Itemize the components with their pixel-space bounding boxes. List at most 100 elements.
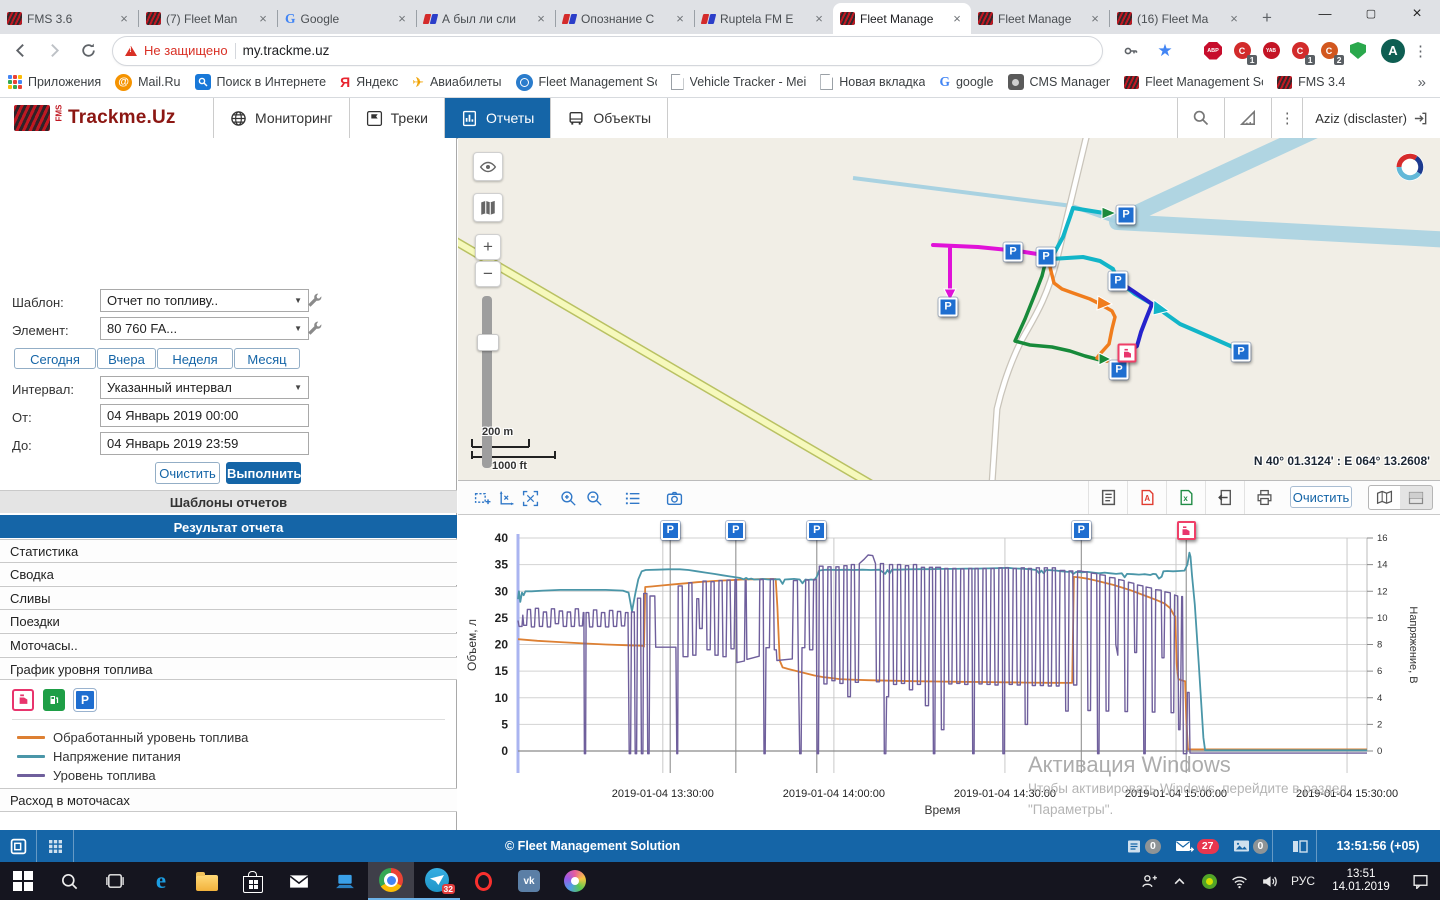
fuel-event-marker[interactable] xyxy=(1118,344,1137,363)
avatar[interactable]: A xyxy=(1381,39,1405,63)
zoom-out-button[interactable]: − xyxy=(475,261,501,287)
app-logo[interactable]: FMS Trackme.Uz xyxy=(0,98,213,138)
taskbar-vk-icon[interactable]: vk xyxy=(506,862,552,900)
search-button[interactable] xyxy=(1177,98,1224,138)
bookmark-item[interactable]: Vehicle Tracker - Mei xyxy=(671,74,807,90)
footer-grid-button[interactable] xyxy=(37,830,73,862)
quick-range-0[interactable]: Сегодня xyxy=(14,348,96,369)
taskbar-start-icon[interactable] xyxy=(0,862,46,900)
parking-marker[interactable]: P xyxy=(1117,206,1136,225)
browser-tab[interactable]: G Google × xyxy=(278,3,416,34)
taskbar-mail-icon[interactable] xyxy=(276,862,322,900)
browser-tab[interactable]: FMS 3.6 × xyxy=(0,3,138,34)
export-button[interactable] xyxy=(1205,481,1245,514)
sidebar-section[interactable]: Сводка xyxy=(0,562,457,585)
bookmark-item[interactable]: @Mail.Ru xyxy=(115,74,180,91)
zoom-in-button[interactable]: + xyxy=(475,234,501,260)
chart-parking-marker[interactable]: P xyxy=(661,521,680,540)
taskbar-explorer-icon[interactable] xyxy=(184,862,230,900)
reload-button[interactable] xyxy=(74,37,102,65)
sidebar-section[interactable]: Результат отчета xyxy=(0,515,457,538)
zoom-out-icon[interactable] xyxy=(582,486,606,510)
bookmark-item[interactable]: Приложения xyxy=(8,75,101,89)
browser-menu-icon[interactable]: ⋮ xyxy=(1413,42,1428,60)
close-window-button[interactable]: × xyxy=(1394,0,1440,30)
sidebar-section[interactable]: Статистика xyxy=(0,539,457,562)
chart-parking-marker[interactable]: P xyxy=(807,521,826,540)
from-input[interactable]: 04 Январь 2019 00:00 xyxy=(100,404,309,427)
maximize-button[interactable]: ▢ xyxy=(1348,0,1394,30)
sidebar-section[interactable]: Шаблоны отчетов xyxy=(0,490,457,513)
basemap-button[interactable] xyxy=(473,193,503,222)
browser-tab[interactable]: Fleet Manage × xyxy=(971,3,1109,34)
zoom-slider-track[interactable] xyxy=(482,296,492,468)
fit-icon[interactable] xyxy=(518,486,542,510)
language-indicator[interactable]: РУС xyxy=(1284,874,1322,888)
tab-close-icon[interactable]: × xyxy=(534,12,548,25)
pdf-button[interactable]: A xyxy=(1127,481,1167,514)
sidebar-section[interactable]: График уровня топлива xyxy=(0,657,457,680)
template-wrench-icon[interactable] xyxy=(306,292,322,308)
tab-close-icon[interactable]: × xyxy=(950,12,964,25)
quick-range-1[interactable]: Вчера xyxy=(97,348,156,369)
fuel-chart[interactable]: 051015202530354002468101214162019-01-04 … xyxy=(458,515,1440,830)
tab-close-icon[interactable]: × xyxy=(117,12,131,25)
parking-marker[interactable]: P xyxy=(1232,343,1251,362)
sidebar-item-consumption[interactable]: Расход в моточасах xyxy=(0,788,457,811)
snapshot-icon[interactable] xyxy=(662,486,686,510)
antivirus-icon[interactable] xyxy=(1194,874,1224,889)
report-doc-button[interactable] xyxy=(1088,481,1128,514)
wifi-icon[interactable] xyxy=(1224,874,1254,889)
volume-icon[interactable] xyxy=(1254,874,1284,889)
bookmark-item[interactable]: FMS 3.4 xyxy=(1277,75,1345,89)
sidebar-section[interactable]: Поездки xyxy=(0,609,457,632)
back-button[interactable] xyxy=(6,37,34,65)
interval-select[interactable]: Указанный интервал xyxy=(100,376,309,399)
quick-range-3[interactable]: Месяц xyxy=(234,348,300,369)
taskbar-search-icon[interactable] xyxy=(46,862,92,900)
extension-button[interactable]: C1 xyxy=(1289,40,1311,62)
notification-center-icon[interactable] xyxy=(1400,873,1440,889)
chart-clear-button[interactable]: Очистить xyxy=(1290,486,1352,508)
taskbar-edge-icon[interactable]: e xyxy=(138,862,184,900)
extension-button[interactable]: ABP xyxy=(1202,40,1224,62)
bookmark-star-icon[interactable]: ★ xyxy=(1151,37,1179,65)
bookmark-item[interactable]: ✈Авиабилеты xyxy=(412,74,501,91)
bookmark-item[interactable]: Fleet Management So xyxy=(516,74,657,91)
nav-report[interactable]: Отчеты xyxy=(444,98,550,138)
table-view-toggle[interactable] xyxy=(1400,485,1433,510)
browser-tab[interactable]: А был ли сли × xyxy=(417,3,555,34)
taskbar-clock[interactable]: 13:51 14.01.2019 xyxy=(1322,868,1400,894)
zoom-slider-handle[interactable] xyxy=(477,334,499,351)
footer-photo-button[interactable]: 0 xyxy=(1233,839,1269,854)
taskbar-chrome-icon[interactable] xyxy=(368,862,414,900)
parking-marker-button[interactable]: P xyxy=(74,689,96,711)
tab-close-icon[interactable]: × xyxy=(673,12,687,25)
print-button[interactable] xyxy=(1244,481,1284,514)
clear-button[interactable]: Очистить xyxy=(155,462,220,484)
footer-window-button[interactable] xyxy=(0,830,36,862)
user-menu[interactable]: Aziz (disclaster) xyxy=(1302,98,1440,138)
element-select[interactable]: 80 760 FA... xyxy=(100,317,309,340)
browser-tab[interactable]: (16) Fleet Ma × xyxy=(1110,3,1248,34)
browser-tab[interactable]: Fleet Manage × xyxy=(833,3,971,34)
extension-button[interactable]: C2 xyxy=(1318,40,1340,62)
footer-mail-button[interactable]: 27 xyxy=(1175,839,1219,854)
sidebar-section[interactable]: Моточасы.. xyxy=(0,633,457,656)
map-area[interactable]: + − 200 m 1000 ft N 40° 01.3124' : E 064… xyxy=(458,138,1440,481)
layers-eye-button[interactable] xyxy=(473,152,503,181)
quick-range-2[interactable]: Неделя xyxy=(157,348,233,369)
taskbar-store-icon[interactable] xyxy=(230,862,276,900)
footer-notes-button[interactable]: 0 xyxy=(1126,839,1161,854)
bookmark-item[interactable]: Поиск в Интернете xyxy=(195,74,327,90)
tab-close-icon[interactable]: × xyxy=(812,12,826,25)
element-wrench-icon[interactable] xyxy=(306,320,322,336)
browser-tab[interactable]: Ruptela FM Е × xyxy=(695,3,833,34)
zoom-in-icon[interactable] xyxy=(556,486,580,510)
parking-marker[interactable]: P xyxy=(1109,272,1128,291)
header-menu-dots[interactable]: ⋮ xyxy=(1271,98,1302,138)
tab-close-icon[interactable]: × xyxy=(1088,12,1102,25)
bookmark-item[interactable]: CMS Manager xyxy=(1008,74,1111,90)
browser-tab[interactable]: (7) Fleet Man × xyxy=(139,3,277,34)
parking-marker[interactable]: P xyxy=(1037,248,1056,267)
